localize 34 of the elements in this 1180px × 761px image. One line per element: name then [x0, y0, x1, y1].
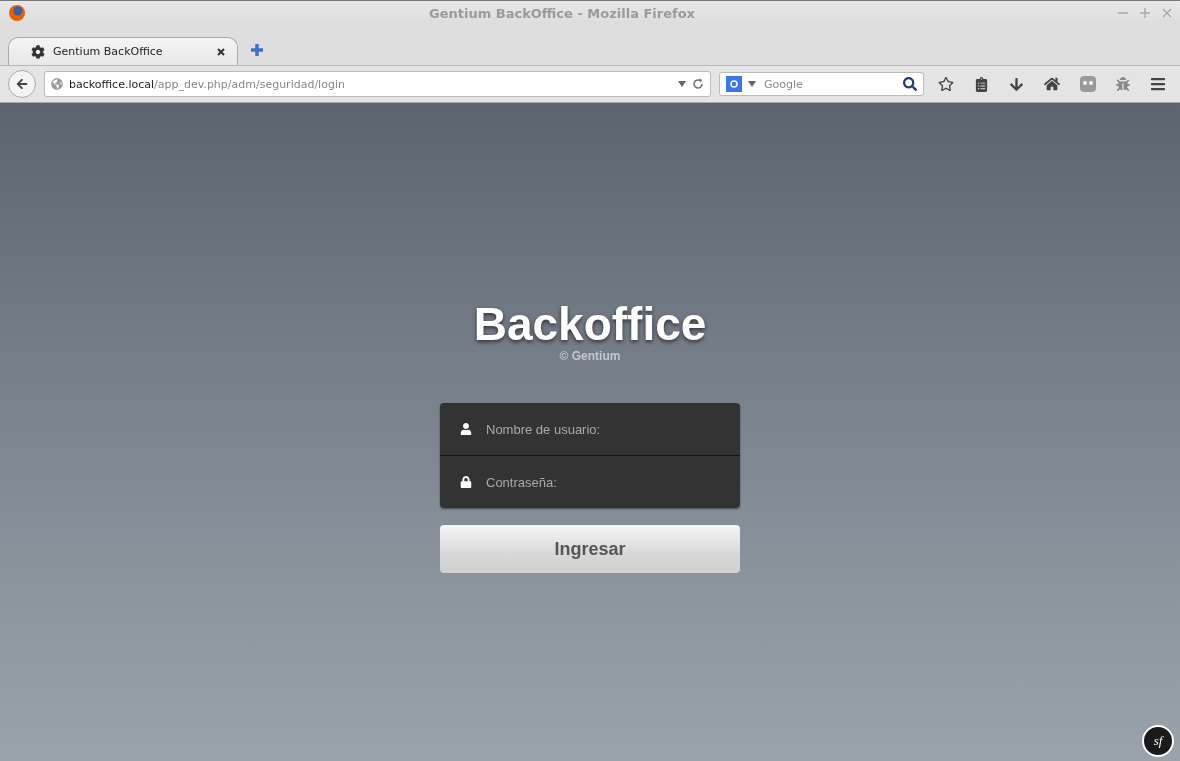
globe-icon	[51, 78, 63, 90]
lock-icon	[460, 476, 472, 488]
close-tab-icon[interactable]	[217, 47, 225, 56]
gear-icon	[31, 44, 45, 59]
back-button[interactable]	[8, 70, 36, 98]
menu-icon[interactable]	[1150, 76, 1166, 92]
reload-icon[interactable]	[692, 78, 704, 90]
bug-icon[interactable]	[1116, 77, 1130, 91]
new-tab-icon[interactable]	[250, 43, 264, 57]
home-icon[interactable]	[1044, 76, 1060, 92]
username-box[interactable]: Nombre de usuario:	[440, 403, 740, 455]
firefox-logo-icon	[8, 4, 26, 22]
search-bar[interactable]: Google	[719, 72, 924, 96]
url-text: backoffice.local/app_dev.php/adm/seguridad/login	[69, 77, 346, 91]
user-icon	[460, 423, 472, 435]
browser-tab[interactable]: Gentium BackOffice	[8, 37, 238, 65]
password-field[interactable]: Contraseña:	[484, 456, 720, 508]
copyright-text: © Gentium	[559, 349, 621, 363]
dropdown-icon[interactable]	[678, 81, 686, 87]
face-icon[interactable]	[1080, 76, 1096, 92]
login-button[interactable]: Ingresar	[440, 525, 740, 573]
username-field[interactable]: Nombre de usuario:	[484, 403, 720, 455]
password-box[interactable]: Contraseña:	[440, 455, 740, 508]
search-field[interactable]: Google	[762, 76, 897, 92]
window-title: Gentium BackOffice - Mozilla Firefox	[428, 5, 696, 21]
back-arrow-icon	[16, 78, 28, 90]
address-field[interactable]: backoffice.local/app_dev.php/adm/seguridad/login	[44, 71, 711, 97]
toolbar-badge[interactable]: sf	[1142, 725, 1174, 757]
search-icon[interactable]	[903, 77, 917, 91]
clipboard-icon[interactable]	[974, 76, 989, 92]
dropdown-icon[interactable]	[748, 81, 756, 87]
star-icon[interactable]	[938, 76, 954, 92]
app-title: Backoffice	[473, 299, 707, 349]
download-icon[interactable]	[1009, 76, 1024, 92]
